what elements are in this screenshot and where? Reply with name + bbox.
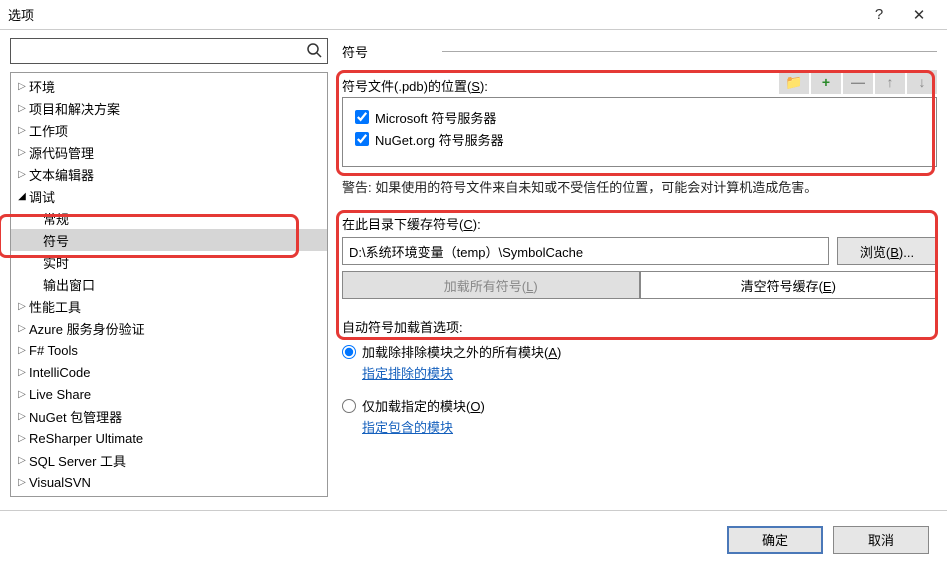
tree-arrow-icon[interactable]: ▷ (15, 411, 29, 422)
auto-load-heading: 自动符号加载首选项: (342, 317, 937, 336)
clear-cache-button[interactable]: 清空符号缓存(E) (640, 271, 938, 299)
server-checkbox[interactable] (355, 110, 369, 124)
tree-arrow-icon[interactable]: ▷ (15, 433, 29, 444)
tree-item[interactable]: 实时 (11, 251, 327, 273)
title-bar: 选项 ? ✕ (0, 0, 947, 30)
tree-item[interactable]: ▷性能工具 (11, 295, 327, 317)
warning-text: 警告: 如果使用的符号文件来自未知或不受信任的位置，可能会对计算机造成危害。 (342, 177, 937, 196)
tree-item-label: 调试 (29, 187, 55, 206)
tree-item[interactable]: ▷环境 (11, 75, 327, 97)
tree-item-label: 符号 (29, 231, 69, 250)
load-specified-radio[interactable] (342, 399, 356, 413)
tree-item[interactable]: ▷ReSharper Ultimate (11, 427, 327, 449)
window-title: 选项 (8, 5, 859, 24)
tree-item[interactable]: 符号 (11, 229, 327, 251)
tree-item-label: 实时 (29, 253, 69, 272)
tree-arrow-icon[interactable]: ▷ (15, 169, 29, 180)
tree-item-label: VisualSVN (29, 475, 91, 490)
specify-included-link[interactable]: 指定包含的模块 (362, 417, 937, 436)
cancel-button[interactable]: 取消 (833, 526, 929, 554)
ok-button[interactable]: 确定 (727, 526, 823, 554)
help-icon[interactable]: ? (859, 6, 899, 23)
tree-arrow-icon[interactable]: ▷ (15, 301, 29, 312)
tree-item-label: 环境 (29, 77, 55, 96)
symbol-server-row[interactable]: NuGet.org 符号服务器 (355, 128, 924, 150)
tree-arrow-icon[interactable]: ▷ (15, 455, 29, 466)
tree-arrow-icon[interactable]: ▷ (15, 125, 29, 136)
tree-item-label: SQL Server 工具 (29, 451, 126, 470)
tree-item[interactable]: 常规 (11, 207, 327, 229)
remove-icon[interactable]: — (843, 70, 873, 94)
tree-view: ▷环境▷项目和解决方案▷工作项▷源代码管理▷文本编辑器◢调试常规符号实时输出窗口… (10, 72, 328, 497)
tree-item-label: IntelliCode (29, 365, 90, 380)
tree-item[interactable]: ▷IntelliCode (11, 361, 327, 383)
tree-arrow-icon[interactable]: ▷ (15, 103, 29, 114)
tree-item-label: NuGet 包管理器 (29, 407, 122, 426)
move-up-icon[interactable]: ↑ (875, 70, 905, 94)
tree-arrow-icon[interactable]: ▷ (15, 389, 29, 400)
tree-item-label: 工作项 (29, 121, 68, 140)
server-name: Microsoft 符号服务器 (375, 108, 496, 127)
tree-item[interactable]: ▷Live Share (11, 383, 327, 405)
tree-item[interactable]: ▷VisualSVN (11, 471, 327, 493)
move-down-icon[interactable]: ↓ (907, 70, 937, 94)
dialog-footer: 确定 取消 (0, 510, 947, 568)
tree-arrow-icon[interactable]: ▷ (15, 147, 29, 158)
radio-label: 仅加载指定的模块(O) (362, 396, 485, 415)
tree-arrow-icon[interactable]: ◢ (15, 191, 29, 202)
folder-icon[interactable]: 📁 (779, 70, 809, 94)
tree-arrow-icon[interactable]: ▷ (15, 367, 29, 378)
server-checkbox[interactable] (355, 132, 369, 146)
tree-item-label: 项目和解决方案 (29, 99, 120, 118)
tree-item[interactable]: ◢调试 (11, 185, 327, 207)
tree-item-label: 输出窗口 (29, 275, 95, 294)
tree-item-label: F# Tools (29, 343, 78, 358)
tree-item[interactable]: ▷SQL Server 工具 (11, 449, 327, 471)
tree-item[interactable]: ▷Azure 服务身份验证 (11, 317, 327, 339)
tree-item[interactable]: ▷NuGet 包管理器 (11, 405, 327, 427)
right-pane: 符号 符号文件(.pdb)的位置(S): 📁 + — ↑ ↓ Microsoft… (342, 38, 937, 497)
tree-item[interactable]: ▷工作项 (11, 119, 327, 141)
server-name: NuGet.org 符号服务器 (375, 130, 504, 149)
search-input[interactable] (10, 38, 328, 64)
add-icon[interactable]: + (811, 70, 841, 94)
browse-button[interactable]: 浏览(B)... (837, 237, 937, 265)
cache-path-input[interactable] (342, 237, 829, 265)
tree-arrow-icon[interactable]: ▷ (15, 477, 29, 488)
load-all-symbols-button[interactable]: 加载所有符号(L) (342, 271, 640, 299)
load-all-radio[interactable] (342, 345, 356, 359)
symbol-servers-list: Microsoft 符号服务器 NuGet.org 符号服务器 (342, 97, 937, 167)
radio-label: 加载除排除模块之外的所有模块(A) (362, 342, 561, 361)
tree-arrow-icon[interactable]: ▷ (15, 81, 29, 92)
tree-arrow-icon[interactable]: ▷ (15, 323, 29, 334)
tree-item[interactable]: 输出窗口 (11, 273, 327, 295)
tree-item-label: ReSharper Ultimate (29, 431, 143, 446)
tree-item-label: 源代码管理 (29, 143, 94, 162)
tree-item-label: Live Share (29, 387, 91, 402)
close-icon[interactable]: ✕ (899, 6, 939, 24)
tree-item-label: 常规 (29, 209, 69, 228)
tree-item-label: 性能工具 (29, 297, 81, 316)
symbol-server-row[interactable]: Microsoft 符号服务器 (355, 106, 924, 128)
cache-dir-label: 在此目录下缓存符号(C): (342, 214, 937, 233)
tree-item-label: 文本编辑器 (29, 165, 94, 184)
tree-item[interactable]: ▷项目和解决方案 (11, 97, 327, 119)
left-pane: ▷环境▷项目和解决方案▷工作项▷源代码管理▷文本编辑器◢调试常规符号实时输出窗口… (10, 38, 328, 497)
specify-excluded-link[interactable]: 指定排除的模块 (362, 363, 937, 382)
tree-item[interactable]: ▷F# Tools (11, 339, 327, 361)
tree-item-label: Azure 服务身份验证 (29, 319, 145, 338)
divider (442, 51, 937, 52)
page-heading: 符号 (342, 42, 442, 61)
tree-item[interactable]: ▷源代码管理 (11, 141, 327, 163)
tree-item[interactable]: ▷文本编辑器 (11, 163, 327, 185)
tree-arrow-icon[interactable]: ▷ (15, 345, 29, 356)
symbols-toolbar: 📁 + — ↑ ↓ (779, 70, 937, 94)
